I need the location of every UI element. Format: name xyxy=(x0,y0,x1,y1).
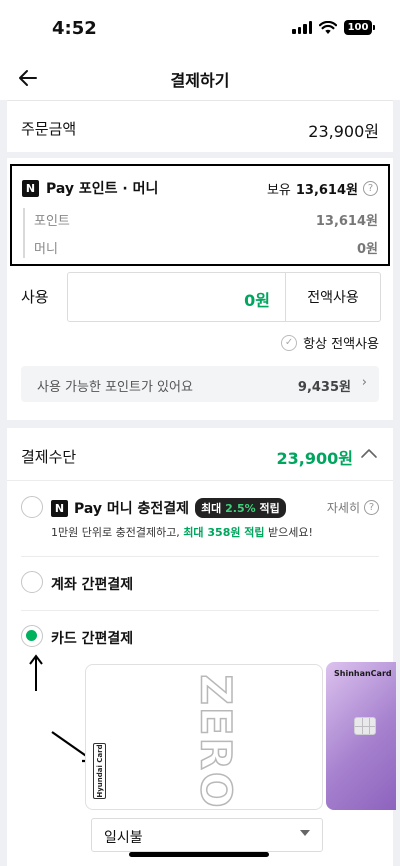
payment-total: 23,900원 xyxy=(276,449,353,468)
chevron-right-icon: › xyxy=(361,375,367,390)
shinhan-card-logo: ShinhanCard xyxy=(334,669,392,678)
installment-value: 일시불 xyxy=(104,830,143,846)
hyundai-card-image[interactable]: Hyundai Card ZERO xyxy=(85,664,323,810)
detail-label: 자세히 xyxy=(326,501,360,515)
detail-link[interactable]: 자세히 ? xyxy=(327,499,379,516)
section-divider xyxy=(7,480,393,481)
npay-money-option[interactable]: N Pay 머니 충전결제 최대 2.5% 적립 xyxy=(51,498,286,518)
own-prefix: 보유 xyxy=(266,183,291,198)
use-all-button[interactable]: 전액사용 xyxy=(286,273,380,321)
battery-icon: 100 xyxy=(344,20,375,35)
point-label: 포인트 xyxy=(34,214,70,229)
account-option-label[interactable]: 계좌 간편결제 xyxy=(51,574,133,594)
npay-point-card: N Pay 포인트 · 머니 보유 13,614원 ? 포인트 13,614원 … xyxy=(7,158,393,420)
radio-card[interactable] xyxy=(21,625,43,647)
order-amount-card: 주문금액 23,900원 xyxy=(7,100,393,152)
reward-badge: 최대 2.5% 적립 xyxy=(195,498,286,518)
npay-point-title: Pay 포인트 · 머니 xyxy=(46,181,159,197)
status-bar: 4:52 100 xyxy=(0,0,400,56)
own-balance: 보유 13,614원 ? xyxy=(267,179,378,198)
use-amount-value: 0원 xyxy=(244,291,270,310)
page-title: 결제하기 xyxy=(170,71,230,90)
check-icon: ✓ xyxy=(281,334,298,351)
help-icon: ? xyxy=(364,500,379,515)
available-points-text: 사용 가능한 포인트가 있어요 xyxy=(37,380,193,395)
radio-npay-money[interactable] xyxy=(21,496,43,518)
npay-point-title-row: N Pay 포인트 · 머니 xyxy=(22,178,158,198)
naver-n-logo: N xyxy=(51,499,68,517)
own-amount: 13,614원 xyxy=(295,183,358,198)
naver-n-logo: N xyxy=(22,179,39,197)
always-use-all-checkbox[interactable]: ✓ 항상 전액사용 xyxy=(281,333,379,352)
point-balance-row: 포인트 13,614원 xyxy=(34,210,378,229)
npay-money-description: 1만원 단위로 충전결제하고, 최대 358원 적립 받으세요! xyxy=(51,526,313,539)
option-divider xyxy=(21,610,379,611)
money-amount: 0원 xyxy=(356,242,378,257)
balance-divider-bar xyxy=(23,208,25,258)
chevron-up-icon[interactable] xyxy=(359,444,379,464)
always-use-all-label: 항상 전액사용 xyxy=(303,337,379,352)
order-amount-label: 주문금액 xyxy=(21,120,77,138)
order-amount-value: 23,900원 xyxy=(308,122,379,141)
npay-balance-box: N Pay 포인트 · 머니 보유 13,614원 ? 포인트 13,614원 … xyxy=(10,164,390,266)
zero-card-mark: ZERO xyxy=(191,674,242,810)
money-label: 머니 xyxy=(34,242,58,257)
caret-down-icon xyxy=(300,830,310,836)
npay-money-label: Pay 머니 충전결제 xyxy=(74,501,190,517)
status-time: 4:52 xyxy=(52,18,97,39)
top-header: 결제하기 xyxy=(0,56,400,100)
installment-select[interactable]: 일시불 xyxy=(91,818,323,852)
payment-method-title: 결제수단 xyxy=(21,448,77,466)
shinhan-card-image[interactable]: ShinhanCard xyxy=(326,662,396,810)
point-amount: 13,614원 xyxy=(315,214,378,229)
card-chip-icon xyxy=(354,717,376,735)
money-balance-row: 머니 0원 xyxy=(34,238,378,257)
wifi-icon xyxy=(319,20,337,34)
payment-method-card: 결제수단 23,900원 N Pay 머니 충전결제 최대 2.5% 적립 자세… xyxy=(7,428,396,866)
available-points-amount: 9,435원 xyxy=(297,380,351,395)
home-indicator xyxy=(129,852,269,857)
use-amount-input[interactable]: 0원 전액사용 xyxy=(67,272,381,322)
card-option-label[interactable]: 카드 간편결제 xyxy=(51,628,133,648)
option-divider xyxy=(21,556,379,557)
radio-account[interactable] xyxy=(21,571,43,593)
signal-icon xyxy=(292,21,312,34)
available-points-banner[interactable]: 사용 가능한 포인트가 있어요 9,435원 › xyxy=(21,366,379,402)
arrow-up-annotation xyxy=(29,654,43,691)
help-icon[interactable]: ? xyxy=(363,181,378,196)
use-label: 사용 xyxy=(21,288,49,306)
hyundai-card-logo: Hyundai Card xyxy=(93,743,106,799)
status-icons: 100 xyxy=(292,20,375,35)
